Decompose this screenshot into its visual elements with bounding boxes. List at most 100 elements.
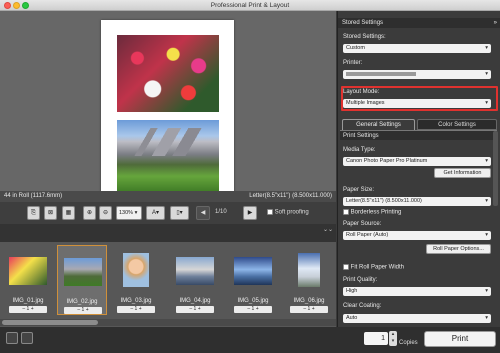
text-tool-button[interactable]: A▾ xyxy=(146,206,165,220)
thumbnail-image[interactable] xyxy=(298,253,320,287)
media-type-select[interactable]: Canon Photo Paper Pro Platinum ▾ xyxy=(343,157,491,166)
roll-paper-options-button[interactable]: Roll Paper Options... xyxy=(426,244,491,254)
thumbnail-count-stepper[interactable]: ‒ 1 + xyxy=(234,306,272,313)
chevron-down-icon: ▾ xyxy=(485,288,488,294)
remove-image-button[interactable]: ⊠ xyxy=(44,206,57,220)
chevron-down-icon: ▾ xyxy=(485,100,488,106)
zoom-out-icon: ⊖ xyxy=(102,210,109,216)
thumbnail-name: IMG_04.jpg xyxy=(179,298,211,304)
zoom-out-button[interactable]: ⊖ xyxy=(99,206,112,220)
stored-settings-select[interactable]: Custom ▾ xyxy=(343,44,491,53)
zoom-in-icon: ⊕ xyxy=(86,210,93,216)
paper-source-label: Paper Source: xyxy=(343,221,382,227)
thumbnail-image[interactable] xyxy=(64,258,102,286)
borderless-printing-checkbox[interactable] xyxy=(343,209,349,215)
thumbnail-image[interactable] xyxy=(176,257,214,285)
clear-coating-select[interactable]: Auto ▾ xyxy=(343,314,491,323)
copies-label: Copies xyxy=(399,340,418,346)
stored-settings-label: Stored Settings: xyxy=(343,34,386,40)
arrow-left-icon: ◀ xyxy=(200,210,206,216)
thumbnail-count-stepper[interactable]: ‒ 1 + xyxy=(176,306,214,313)
roll-info: 44 in Roll (1117.6mm) xyxy=(4,193,63,199)
preview-image-mountains[interactable] xyxy=(117,120,219,192)
printer-label: Printer: xyxy=(343,60,363,66)
remove-image-icon: ⊠ xyxy=(47,210,54,216)
thumbnail-name: IMG_02.jpg xyxy=(66,299,98,305)
double-chevron-right-icon[interactable]: » xyxy=(494,18,497,28)
paper-size-info: Letter(8.5"x11") (8.500x11.000) xyxy=(249,193,332,199)
thumbnail-item[interactable]: IMG_03.jpg ‒ 1 + xyxy=(111,245,161,315)
previous-page-button[interactable]: ◀ xyxy=(196,206,210,220)
paper-size-select[interactable]: Letter(8.5"x11") (8.500x11.000) ▾ xyxy=(343,197,491,206)
single-view-button[interactable] xyxy=(6,332,18,344)
thumbnail-image[interactable] xyxy=(9,257,47,285)
thumbnail-image[interactable] xyxy=(123,253,149,287)
chevron-down-icon: ▾ xyxy=(485,315,488,321)
add-image-button[interactable]: ⎘ xyxy=(27,206,40,220)
thumbnail-divider: ⌄⌄ xyxy=(0,224,336,242)
thumbnail-scrollbar[interactable] xyxy=(0,319,336,326)
fit-roll-paper-width-label: Fit Roll Paper Width xyxy=(350,264,405,271)
printer-name-redacted xyxy=(346,71,416,76)
clear-coating-label: Clear Coating: xyxy=(343,303,382,309)
fit-roll-paper-width-checkbox-row[interactable]: Fit Roll Paper Width xyxy=(343,264,404,271)
zoom-level-select[interactable]: 130% ▾ xyxy=(116,206,142,220)
title-bar: Professional Print & Layout xyxy=(0,0,500,11)
thumbnail-count-stepper[interactable]: ‒ 1 + xyxy=(117,306,155,313)
chevron-down-icon: ▾ xyxy=(485,71,488,77)
preview-toolbar: ⎘ ⊠ ▦ ⊕ ⊖ 130% ▾ A▾ ▯▾ ◀ 1/10 ▶ Soft pro… xyxy=(0,202,336,224)
collapse-chevron-icon[interactable]: ⌄⌄ xyxy=(323,226,333,233)
soft-proofing-checkbox-row[interactable]: Soft proofing xyxy=(267,209,309,216)
thumbnail-name: IMG_05.jpg xyxy=(237,298,269,304)
zoom-in-button[interactable]: ⊕ xyxy=(83,206,96,220)
thumbnail-image[interactable] xyxy=(234,257,272,285)
add-image-icon: ⎘ xyxy=(31,210,36,216)
thumbnail-strip: IMG_01.jpg ‒ 1 + IMG_02.jpg ‒ 1 + IMG_03… xyxy=(0,242,336,327)
thumbnail-item[interactable]: IMG_06.jpg ‒ 1 + xyxy=(284,245,334,315)
preview-image-flowers[interactable] xyxy=(117,35,219,112)
thumbnail-item-selected[interactable]: IMG_02.jpg ‒ 1 + xyxy=(57,245,107,315)
thumbnail-count-stepper[interactable]: ‒ 1 + xyxy=(64,307,102,314)
tab-color-settings[interactable]: Color Settings xyxy=(417,119,497,130)
print-quality-label: Print Quality: xyxy=(343,277,378,283)
text-icon: A▾ xyxy=(151,210,159,216)
print-button[interactable]: Print xyxy=(424,331,496,347)
layout-grid-button[interactable]: ▦ xyxy=(62,206,75,220)
panel-scrollbar[interactable] xyxy=(493,131,498,206)
bottom-bar: 1 ▴ ▾ Copies Print xyxy=(0,327,500,353)
thumbnail-name: IMG_03.jpg xyxy=(120,298,152,304)
page-options-button[interactable]: ▯▾ xyxy=(170,206,189,220)
print-preview-area xyxy=(0,11,336,194)
stored-settings-header[interactable]: Stored Settings » xyxy=(338,18,500,28)
thumbnail-count-stepper[interactable]: ‒ 1 + xyxy=(9,306,47,313)
printer-select[interactable]: ▾ xyxy=(343,70,491,79)
window-title: Professional Print & Layout xyxy=(210,2,290,9)
soft-proofing-label: Soft proofing xyxy=(274,209,309,216)
grid-icon: ▦ xyxy=(65,210,72,216)
thumbnail-name: IMG_01.jpg xyxy=(12,298,44,304)
preview-info-bar: 44 in Roll (1117.6mm) Letter(8.5"x11") (… xyxy=(0,191,336,202)
split-view-button[interactable] xyxy=(21,332,33,344)
copies-stepper[interactable]: ▴ ▾ xyxy=(389,331,397,346)
paper-source-select[interactable]: Roll Paper (Auto) ▾ xyxy=(343,231,491,240)
fit-roll-paper-width-checkbox[interactable] xyxy=(343,264,349,270)
thumbnail-item[interactable]: IMG_04.jpg ‒ 1 + xyxy=(170,245,220,315)
tab-general-settings[interactable]: General Settings xyxy=(342,119,415,130)
next-page-button[interactable]: ▶ xyxy=(243,206,257,220)
thumbnail-item[interactable]: IMG_05.jpg ‒ 1 + xyxy=(228,245,278,315)
paper-preview xyxy=(101,20,234,194)
chevron-down-icon: ▾ xyxy=(485,198,488,204)
print-settings-header[interactable]: Print Settings xyxy=(340,130,497,140)
soft-proofing-checkbox[interactable] xyxy=(267,209,273,215)
scrollbar-thumb[interactable] xyxy=(2,320,98,325)
print-quality-select[interactable]: High ▾ xyxy=(343,287,491,296)
borderless-printing-checkbox-row[interactable]: Borderless Printing xyxy=(343,209,401,216)
borderless-printing-label: Borderless Printing xyxy=(350,209,402,216)
thumbnail-item[interactable]: IMG_01.jpg ‒ 1 + xyxy=(3,245,53,315)
chevron-down-icon: ▾ xyxy=(485,232,488,238)
get-information-button[interactable]: Get Information xyxy=(434,168,491,178)
layout-mode-select[interactable]: Multiple Images ▾ xyxy=(343,99,491,108)
settings-tabs: General Settings Color Settings xyxy=(340,119,499,130)
thumbnail-count-stepper[interactable]: ‒ 1 + xyxy=(290,306,328,313)
copies-input[interactable]: 1 xyxy=(364,332,388,345)
